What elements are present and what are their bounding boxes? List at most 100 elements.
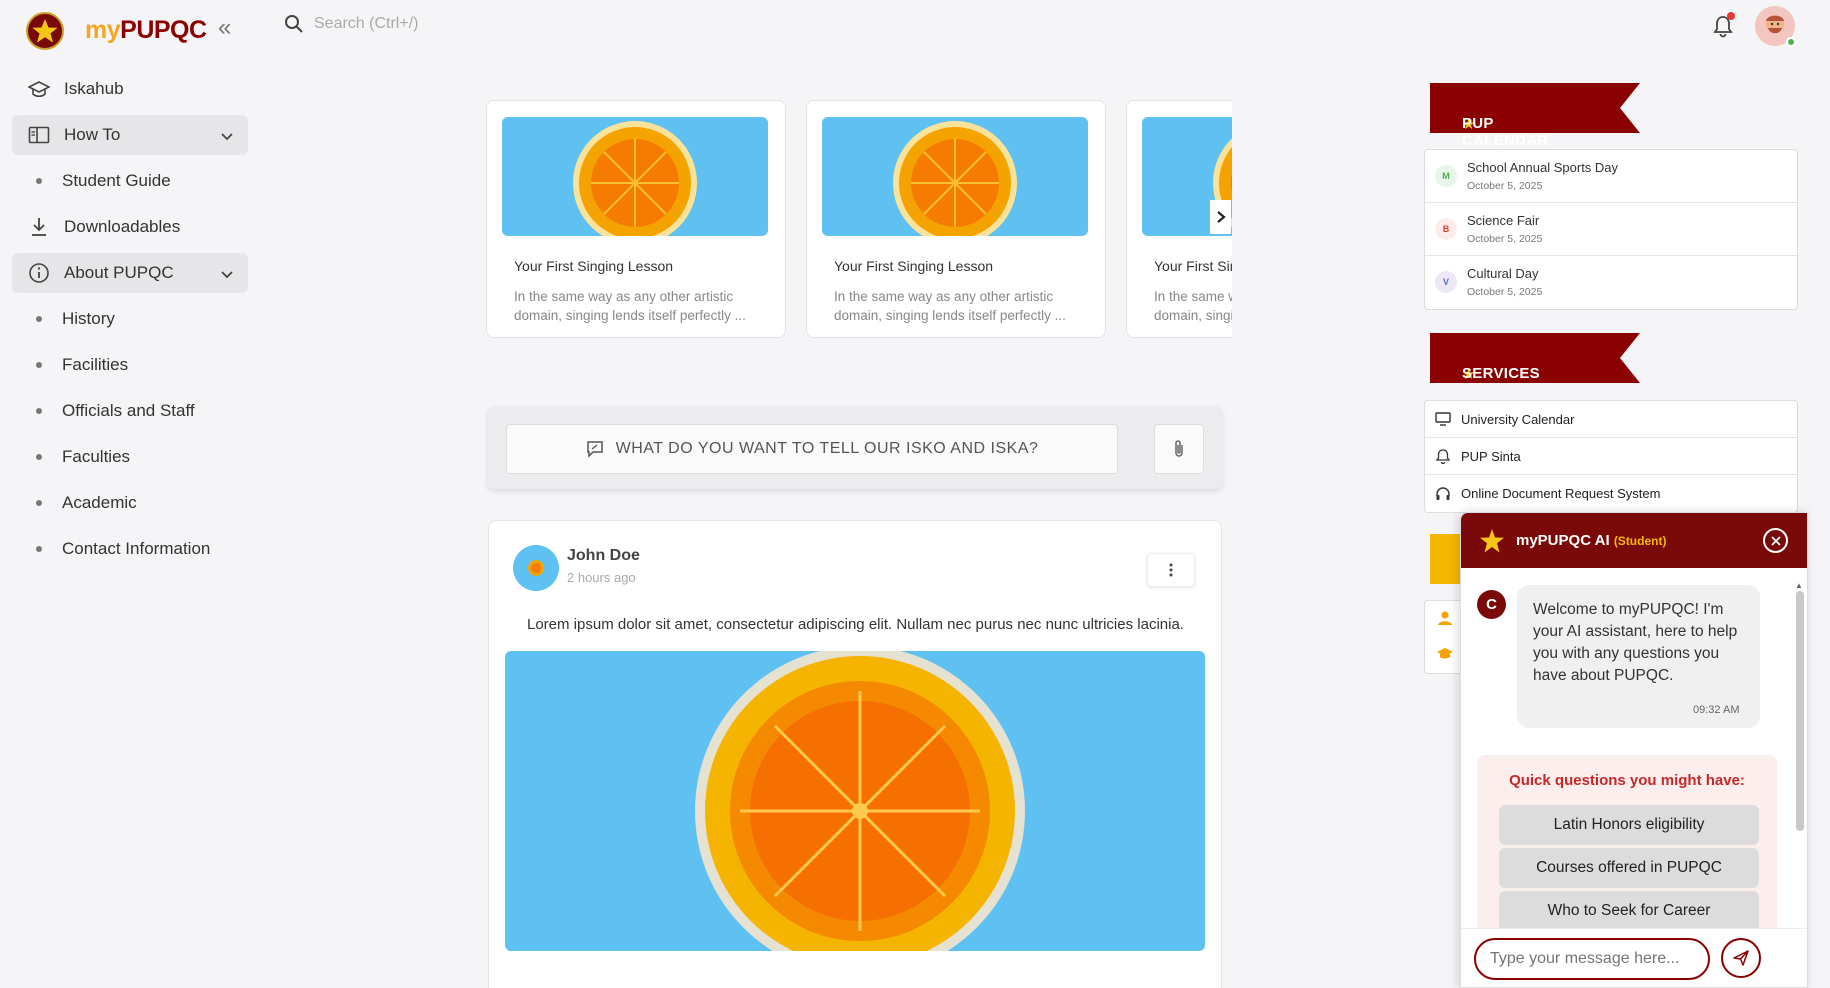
quick-questions-title: Quick questions you might have: [1509, 772, 1745, 789]
sidebar-item-officials-and-staff[interactable]: Officials and Staff [12, 391, 248, 431]
sidebar-item-label: Downloadables [64, 217, 181, 236]
bell-icon [1435, 449, 1451, 464]
search-placeholder: Search (Ctrl+/) [314, 15, 419, 32]
card-description: In the same way as any other artistic do… [1154, 289, 1232, 323]
brand-title[interactable]: myPUPQC [85, 16, 207, 45]
chat-scrollbar-thumb[interactable] [1796, 591, 1804, 831]
chevron-down-icon [220, 265, 234, 285]
collapse-sidebar-icon[interactable]: « [218, 14, 231, 42]
card-title: Your First Singing Lesson [834, 258, 994, 274]
service-item[interactable]: Online Document Request System [1425, 475, 1797, 512]
close-chat-button[interactable] [1763, 528, 1788, 553]
book-icon [28, 124, 50, 146]
service-item[interactable]: PUP Sinta [1425, 438, 1797, 475]
pup-logo[interactable] [26, 12, 64, 50]
sidebar-item-iskahub[interactable]: Iskahub [12, 69, 248, 109]
graduation-cap-icon [1437, 648, 1453, 659]
notification-dot [1727, 12, 1735, 20]
bot-message-bubble: Welcome to myPUPQC! I'm your AI assistan… [1517, 585, 1760, 728]
post-composer: WHAT DO YOU WANT TO TELL OUR ISKO AND IS… [488, 407, 1222, 489]
paperclip-icon [1175, 440, 1183, 457]
chat-role-tag: (Student) [1613, 534, 1667, 548]
post-image[interactable] [505, 651, 1205, 951]
service-label: PUP Sinta [1461, 448, 1521, 464]
star-icon [32, 19, 58, 43]
card-image [822, 117, 1088, 236]
sidebar-item-student-guide[interactable]: Student Guide [12, 161, 248, 201]
bot-message-time: 09:32 AM [1693, 704, 1740, 716]
event-title: School Annual Sports Day [1467, 160, 1619, 175]
post-author-name[interactable]: John Doe [567, 547, 640, 565]
search-bar[interactable]: Search (Ctrl+/) [284, 14, 418, 34]
sidebar-item-label: Student Guide [62, 171, 171, 190]
carousel-next-button[interactable] [1210, 200, 1231, 234]
ai-chat-widget: myPUPQC AI (Student) C Welcome to myPUPQ… [1460, 512, 1808, 988]
card-description: In the same way as any other artistic do… [514, 289, 746, 323]
bullet-icon [36, 178, 42, 184]
send-icon [1733, 950, 1749, 966]
monitor-icon [1435, 412, 1451, 426]
brand-name: PUPQC [120, 16, 207, 44]
chat-title: myPUPQC AI (Student) [1516, 532, 1666, 549]
event-badge: M [1435, 165, 1457, 187]
search-icon [285, 15, 303, 33]
post-author-avatar[interactable] [513, 545, 559, 591]
headphones-icon [1436, 486, 1450, 500]
post-card: John Doe 2 hours ago Lorem ipsum dolor s… [488, 520, 1222, 988]
sidebar-item-academic[interactable]: Academic [12, 483, 248, 523]
quick-question-button[interactable]: Latin Honors eligibility [1499, 805, 1759, 845]
sidebar-item-history[interactable]: History [12, 299, 248, 339]
post-options-button[interactable] [1147, 553, 1195, 587]
calendar-event[interactable]: B Science Fair October 5, 2025 [1425, 203, 1797, 256]
attach-button[interactable] [1154, 424, 1204, 474]
sidebar-item-about-pupqc[interactable]: About PUPQC [12, 253, 248, 293]
sidebar-item-contact-information[interactable]: Contact Information [12, 529, 248, 569]
sidebar-item-label: How To [64, 125, 121, 144]
graduation-cap-icon [28, 78, 50, 100]
composer-prompt-button[interactable]: WHAT DO YOU WANT TO TELL OUR ISKO AND IS… [506, 424, 1118, 474]
bullet-icon [36, 316, 42, 322]
sidebar-item-how-to[interactable]: How To [12, 115, 248, 155]
more-vertical-icon [1169, 563, 1173, 577]
sidebar-item-label: Academic [62, 493, 137, 512]
chevron-right-icon [1216, 211, 1226, 223]
chat-header: myPUPQC AI (Student) [1461, 513, 1807, 568]
bot-avatar: C [1477, 590, 1506, 619]
card-image [502, 117, 768, 236]
chat-message-input[interactable] [1474, 938, 1710, 980]
event-badge: B [1435, 218, 1457, 240]
chat-scrollbar[interactable]: ▲ ▼ [1795, 581, 1805, 937]
sidebar-item-facilities[interactable]: Facilities [12, 345, 248, 385]
calendar-banner: ★ PUP CALENDAR [1430, 83, 1640, 149]
sidebar-item-downloadables[interactable]: Downloadables [12, 207, 248, 247]
online-status-dot [1786, 37, 1796, 47]
sidebar-item-label: Iskahub [64, 79, 124, 98]
bullet-icon [36, 500, 42, 506]
quick-question-button[interactable]: Who to Seek for Career [1499, 891, 1759, 931]
carousel-card[interactable]: Your First Singing Lesson In the same wa… [806, 100, 1106, 338]
scroll-up-icon[interactable]: ▲ [1795, 581, 1803, 590]
calendar-event[interactable]: V Cultural Day October 5, 2025 [1425, 256, 1797, 309]
services-title: SERVICES [1462, 365, 1540, 382]
card-title: Your First Singing Lesson [1154, 258, 1232, 274]
services-list: University Calendar PUP Sinta Online Doc… [1424, 400, 1798, 513]
composer-prompt-text: WHAT DO YOU WANT TO TELL OUR ISKO AND IS… [615, 440, 1039, 457]
send-message-button[interactable] [1721, 938, 1761, 978]
sidebar-item-faculties[interactable]: Faculties [12, 437, 248, 477]
featured-carousel: Your First Singing Lesson In the same wa… [486, 0, 1232, 360]
services-banner: ★ SERVICES [1430, 333, 1640, 383]
service-item[interactable]: University Calendar [1425, 401, 1797, 438]
close-icon [1770, 535, 1781, 546]
quick-question-button[interactable]: Courses offered in PUPQC [1499, 848, 1759, 888]
event-date: October 5, 2025 [1467, 180, 1543, 192]
chat-footer [1461, 928, 1807, 987]
event-title: Cultural Day [1467, 266, 1539, 281]
event-badge: V [1435, 271, 1457, 293]
card-description: In the same way as any other artistic do… [834, 289, 1066, 323]
carousel-card[interactable]: Your First Singing Lesson In the same wa… [486, 100, 786, 338]
chat-title-text: myPUPQC AI [1516, 532, 1610, 549]
service-label: University Calendar [1461, 411, 1575, 427]
comment-icon [586, 441, 603, 458]
brand-prefix: my [85, 16, 121, 44]
calendar-event[interactable]: M School Annual Sports Day October 5, 20… [1425, 150, 1797, 203]
